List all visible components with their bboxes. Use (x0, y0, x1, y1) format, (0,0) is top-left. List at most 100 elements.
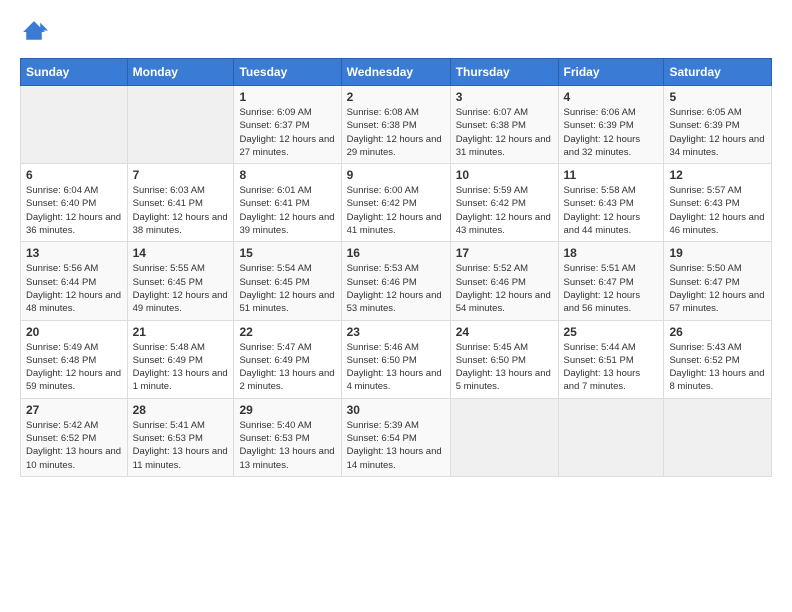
day-number: 1 (239, 90, 335, 104)
day-number: 20 (26, 325, 122, 339)
day-info: Sunrise: 5:48 AM Sunset: 6:49 PM Dayligh… (133, 341, 229, 394)
day-number: 18 (564, 246, 659, 260)
calendar-cell (558, 398, 664, 476)
day-number: 17 (456, 246, 553, 260)
calendar-cell: 15 Sunrise: 5:54 AM Sunset: 6:45 PM Dayl… (234, 242, 341, 320)
day-number: 22 (239, 325, 335, 339)
day-info: Sunrise: 5:49 AM Sunset: 6:48 PM Dayligh… (26, 341, 122, 394)
day-number: 8 (239, 168, 335, 182)
day-number: 26 (669, 325, 766, 339)
calendar-cell: 10 Sunrise: 5:59 AM Sunset: 6:42 PM Dayl… (450, 164, 558, 242)
day-number: 25 (564, 325, 659, 339)
day-number: 10 (456, 168, 553, 182)
weekday-header-monday: Monday (127, 59, 234, 86)
calendar-cell (127, 86, 234, 164)
calendar-cell: 18 Sunrise: 5:51 AM Sunset: 6:47 PM Dayl… (558, 242, 664, 320)
calendar-cell: 17 Sunrise: 5:52 AM Sunset: 6:46 PM Dayl… (450, 242, 558, 320)
page: SundayMondayTuesdayWednesdayThursdayFrid… (0, 0, 792, 612)
calendar-cell: 30 Sunrise: 5:39 AM Sunset: 6:54 PM Dayl… (341, 398, 450, 476)
calendar-cell: 24 Sunrise: 5:45 AM Sunset: 6:50 PM Dayl… (450, 320, 558, 398)
calendar-cell: 5 Sunrise: 6:05 AM Sunset: 6:39 PM Dayli… (664, 86, 772, 164)
day-info: Sunrise: 6:01 AM Sunset: 6:41 PM Dayligh… (239, 184, 335, 237)
day-info: Sunrise: 5:41 AM Sunset: 6:53 PM Dayligh… (133, 419, 229, 472)
logo (20, 18, 52, 46)
day-number: 7 (133, 168, 229, 182)
day-info: Sunrise: 6:06 AM Sunset: 6:39 PM Dayligh… (564, 106, 659, 159)
calendar-cell: 7 Sunrise: 6:03 AM Sunset: 6:41 PM Dayli… (127, 164, 234, 242)
weekday-header-friday: Friday (558, 59, 664, 86)
day-info: Sunrise: 5:54 AM Sunset: 6:45 PM Dayligh… (239, 262, 335, 315)
day-info: Sunrise: 5:52 AM Sunset: 6:46 PM Dayligh… (456, 262, 553, 315)
calendar-table: SundayMondayTuesdayWednesdayThursdayFrid… (20, 58, 772, 477)
calendar-cell: 6 Sunrise: 6:04 AM Sunset: 6:40 PM Dayli… (21, 164, 128, 242)
calendar-cell: 12 Sunrise: 5:57 AM Sunset: 6:43 PM Dayl… (664, 164, 772, 242)
day-info: Sunrise: 6:00 AM Sunset: 6:42 PM Dayligh… (347, 184, 445, 237)
week-row-3: 13 Sunrise: 5:56 AM Sunset: 6:44 PM Dayl… (21, 242, 772, 320)
day-number: 23 (347, 325, 445, 339)
calendar-cell: 29 Sunrise: 5:40 AM Sunset: 6:53 PM Dayl… (234, 398, 341, 476)
calendar-cell: 16 Sunrise: 5:53 AM Sunset: 6:46 PM Dayl… (341, 242, 450, 320)
calendar-cell: 3 Sunrise: 6:07 AM Sunset: 6:38 PM Dayli… (450, 86, 558, 164)
day-number: 14 (133, 246, 229, 260)
day-info: Sunrise: 5:46 AM Sunset: 6:50 PM Dayligh… (347, 341, 445, 394)
day-number: 2 (347, 90, 445, 104)
day-number: 4 (564, 90, 659, 104)
day-info: Sunrise: 5:56 AM Sunset: 6:44 PM Dayligh… (26, 262, 122, 315)
day-info: Sunrise: 5:51 AM Sunset: 6:47 PM Dayligh… (564, 262, 659, 315)
day-info: Sunrise: 6:03 AM Sunset: 6:41 PM Dayligh… (133, 184, 229, 237)
day-number: 13 (26, 246, 122, 260)
day-info: Sunrise: 5:43 AM Sunset: 6:52 PM Dayligh… (669, 341, 766, 394)
calendar-cell: 23 Sunrise: 5:46 AM Sunset: 6:50 PM Dayl… (341, 320, 450, 398)
day-info: Sunrise: 6:05 AM Sunset: 6:39 PM Dayligh… (669, 106, 766, 159)
day-number: 3 (456, 90, 553, 104)
week-row-4: 20 Sunrise: 5:49 AM Sunset: 6:48 PM Dayl… (21, 320, 772, 398)
day-info: Sunrise: 6:08 AM Sunset: 6:38 PM Dayligh… (347, 106, 445, 159)
weekday-header-thursday: Thursday (450, 59, 558, 86)
calendar-cell: 13 Sunrise: 5:56 AM Sunset: 6:44 PM Dayl… (21, 242, 128, 320)
day-info: Sunrise: 5:47 AM Sunset: 6:49 PM Dayligh… (239, 341, 335, 394)
day-info: Sunrise: 5:55 AM Sunset: 6:45 PM Dayligh… (133, 262, 229, 315)
weekday-header-row: SundayMondayTuesdayWednesdayThursdayFrid… (21, 59, 772, 86)
calendar-cell: 27 Sunrise: 5:42 AM Sunset: 6:52 PM Dayl… (21, 398, 128, 476)
day-number: 21 (133, 325, 229, 339)
calendar-cell: 14 Sunrise: 5:55 AM Sunset: 6:45 PM Dayl… (127, 242, 234, 320)
day-number: 12 (669, 168, 766, 182)
calendar-cell: 8 Sunrise: 6:01 AM Sunset: 6:41 PM Dayli… (234, 164, 341, 242)
day-number: 27 (26, 403, 122, 417)
calendar-cell (21, 86, 128, 164)
calendar-cell: 22 Sunrise: 5:47 AM Sunset: 6:49 PM Dayl… (234, 320, 341, 398)
day-info: Sunrise: 5:50 AM Sunset: 6:47 PM Dayligh… (669, 262, 766, 315)
day-info: Sunrise: 5:39 AM Sunset: 6:54 PM Dayligh… (347, 419, 445, 472)
day-number: 9 (347, 168, 445, 182)
calendar-cell: 25 Sunrise: 5:44 AM Sunset: 6:51 PM Dayl… (558, 320, 664, 398)
day-info: Sunrise: 5:45 AM Sunset: 6:50 PM Dayligh… (456, 341, 553, 394)
logo-icon (20, 18, 48, 46)
calendar-cell: 9 Sunrise: 6:00 AM Sunset: 6:42 PM Dayli… (341, 164, 450, 242)
calendar-cell (450, 398, 558, 476)
day-info: Sunrise: 5:59 AM Sunset: 6:42 PM Dayligh… (456, 184, 553, 237)
day-number: 16 (347, 246, 445, 260)
calendar-cell: 2 Sunrise: 6:08 AM Sunset: 6:38 PM Dayli… (341, 86, 450, 164)
day-number: 30 (347, 403, 445, 417)
day-info: Sunrise: 5:42 AM Sunset: 6:52 PM Dayligh… (26, 419, 122, 472)
day-number: 15 (239, 246, 335, 260)
day-number: 6 (26, 168, 122, 182)
day-number: 28 (133, 403, 229, 417)
calendar-cell: 1 Sunrise: 6:09 AM Sunset: 6:37 PM Dayli… (234, 86, 341, 164)
weekday-header-wednesday: Wednesday (341, 59, 450, 86)
weekday-header-sunday: Sunday (21, 59, 128, 86)
calendar-cell: 21 Sunrise: 5:48 AM Sunset: 6:49 PM Dayl… (127, 320, 234, 398)
calendar-cell: 19 Sunrise: 5:50 AM Sunset: 6:47 PM Dayl… (664, 242, 772, 320)
day-info: Sunrise: 5:40 AM Sunset: 6:53 PM Dayligh… (239, 419, 335, 472)
day-info: Sunrise: 6:04 AM Sunset: 6:40 PM Dayligh… (26, 184, 122, 237)
calendar-cell: 11 Sunrise: 5:58 AM Sunset: 6:43 PM Dayl… (558, 164, 664, 242)
week-row-1: 1 Sunrise: 6:09 AM Sunset: 6:37 PM Dayli… (21, 86, 772, 164)
day-info: Sunrise: 5:57 AM Sunset: 6:43 PM Dayligh… (669, 184, 766, 237)
calendar-cell: 28 Sunrise: 5:41 AM Sunset: 6:53 PM Dayl… (127, 398, 234, 476)
calendar-cell: 26 Sunrise: 5:43 AM Sunset: 6:52 PM Dayl… (664, 320, 772, 398)
calendar-cell: 20 Sunrise: 5:49 AM Sunset: 6:48 PM Dayl… (21, 320, 128, 398)
day-number: 11 (564, 168, 659, 182)
header (20, 18, 772, 46)
day-info: Sunrise: 6:09 AM Sunset: 6:37 PM Dayligh… (239, 106, 335, 159)
calendar-cell (664, 398, 772, 476)
